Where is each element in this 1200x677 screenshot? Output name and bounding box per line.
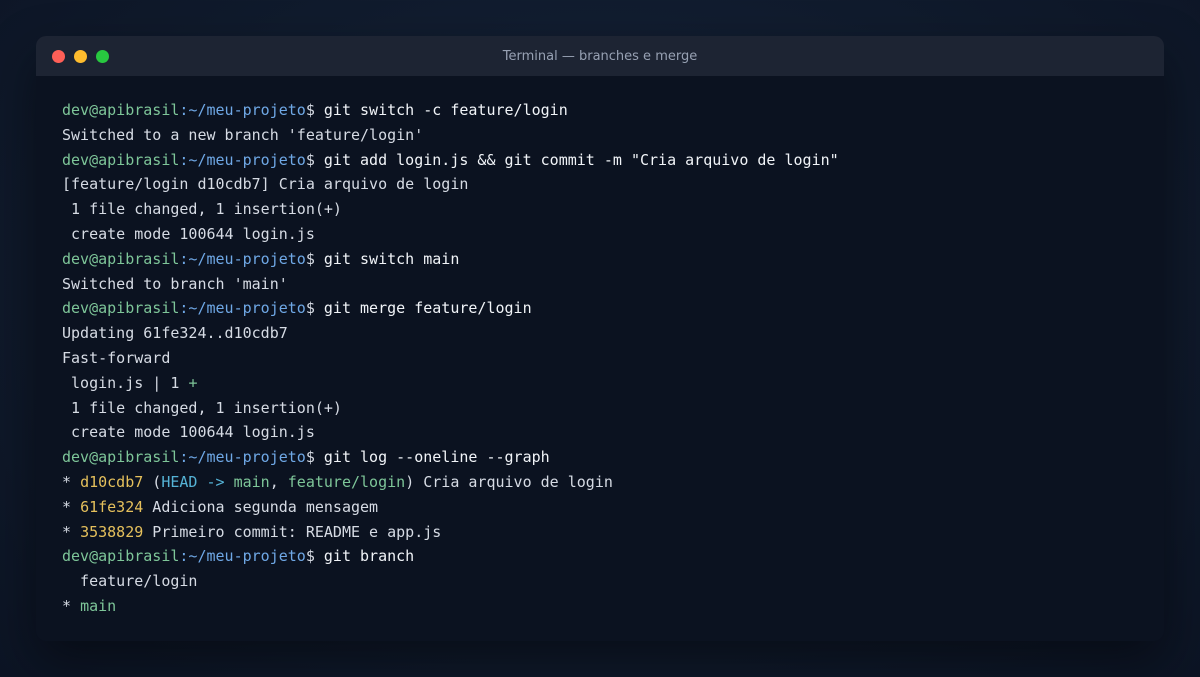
prompt-user: dev@apibrasil <box>62 150 180 169</box>
ref-separator: , <box>269 472 288 491</box>
command-text: git switch -c feature/login <box>314 101 568 119</box>
terminal-window: Terminal — branches e merge dev@apibrasi… <box>36 36 1164 641</box>
prompt-symbol: $ <box>305 547 315 566</box>
command-text: git branch <box>314 547 415 566</box>
graph-star: * <box>62 472 81 491</box>
prompt-line: dev@apibrasil:~/meu-projeto$ git switch … <box>62 98 1138 123</box>
prompt-user: dev@apibrasil <box>62 249 180 268</box>
prompt-line: dev@apibrasil:~/meu-projeto$ git add log… <box>62 148 1138 173</box>
commit-message: Primeiro commit: README e app.js <box>143 522 442 541</box>
current-branch-star: * <box>62 596 81 615</box>
output-line: 1 file changed, 1 insertion(+) <box>62 398 342 417</box>
maximize-button[interactable] <box>96 50 109 63</box>
output-line: [feature/login d10cdb7] Cria arquivo de … <box>62 175 469 194</box>
diffstat-plus: + <box>188 373 198 392</box>
window-controls <box>52 50 109 63</box>
graph-star: * <box>62 522 81 541</box>
ref-open: ( <box>143 472 162 491</box>
prompt-symbol: $ <box>305 101 315 119</box>
prompt-symbol: $ <box>305 448 315 467</box>
prompt-path: :~/meu-projeto <box>179 101 306 119</box>
commit-hash: 3538829 <box>80 522 144 541</box>
prompt-user: dev@apibrasil <box>62 299 180 318</box>
ref-close: ) <box>405 472 415 491</box>
ref-main: main <box>233 472 270 491</box>
prompt-symbol: $ <box>305 150 315 169</box>
terminal-output[interactable]: dev@apibrasil:~/meu-projeto$ git switch … <box>36 76 1164 619</box>
prompt-path: :~/meu-projeto <box>179 448 306 467</box>
output-line: 1 file changed, 1 insertion(+) <box>62 200 342 219</box>
diffstat-text: login.js | 1 <box>62 373 189 392</box>
log-line: * 61fe324 Adiciona segunda mensagem <box>62 495 1138 520</box>
log-line: * 3538829 Primeiro commit: README e app.… <box>62 520 1138 545</box>
output-line: Fast-forward <box>62 348 171 367</box>
output-line: Switched to branch 'main' <box>62 274 288 293</box>
command-text: git switch main <box>314 249 460 268</box>
prompt-path: :~/meu-projeto <box>179 547 306 566</box>
commit-message: Adiciona segunda mensagem <box>143 497 379 516</box>
prompt-line: dev@apibrasil:~/meu-projeto$ git log --o… <box>62 445 1138 470</box>
window-title: Terminal — branches e merge <box>502 48 698 64</box>
prompt-line: dev@apibrasil:~/meu-projeto$ git merge f… <box>62 296 1138 321</box>
output-line: create mode 100644 login.js <box>62 224 315 243</box>
output-line: login.js | 1 + <box>62 371 1138 396</box>
commit-hash: d10cdb7 <box>80 472 144 491</box>
prompt-line: dev@apibrasil:~/meu-projeto$ git switch … <box>62 247 1138 272</box>
graph-star: * <box>62 497 81 516</box>
output-line: create mode 100644 login.js <box>62 423 315 442</box>
command-text: git merge feature/login <box>314 299 532 318</box>
prompt-path: :~/meu-projeto <box>179 249 306 268</box>
commit-message: Cria arquivo de login <box>414 472 613 491</box>
prompt-path: :~/meu-projeto <box>179 150 306 169</box>
output-line: Switched to a new branch 'feature/login' <box>62 125 424 144</box>
prompt-symbol: $ <box>305 299 315 318</box>
log-line: * d10cdb7 (HEAD -> main, feature/login) … <box>62 470 1138 495</box>
branch-line: feature/login <box>62 572 198 591</box>
title-bar: Terminal — branches e merge <box>36 36 1164 76</box>
minimize-button[interactable] <box>74 50 87 63</box>
prompt-user: dev@apibrasil <box>62 101 180 119</box>
prompt-path: :~/meu-projeto <box>179 299 306 318</box>
current-branch: main <box>80 596 117 615</box>
ref-head: HEAD -> <box>161 472 234 491</box>
prompt-user: dev@apibrasil <box>62 547 180 566</box>
prompt-user: dev@apibrasil <box>62 448 180 467</box>
branch-line-current: * main <box>62 594 1138 619</box>
prompt-line: dev@apibrasil:~/meu-projeto$ git branch <box>62 544 1138 569</box>
close-button[interactable] <box>52 50 65 63</box>
command-text: git log --oneline --graph <box>314 448 550 467</box>
commit-hash: 61fe324 <box>80 497 144 516</box>
command-text: git add login.js && git commit -m "Cria … <box>314 150 839 169</box>
prompt-symbol: $ <box>305 249 315 268</box>
ref-branch: feature/login <box>287 472 406 491</box>
output-line: Updating 61fe324..d10cdb7 <box>62 324 288 343</box>
